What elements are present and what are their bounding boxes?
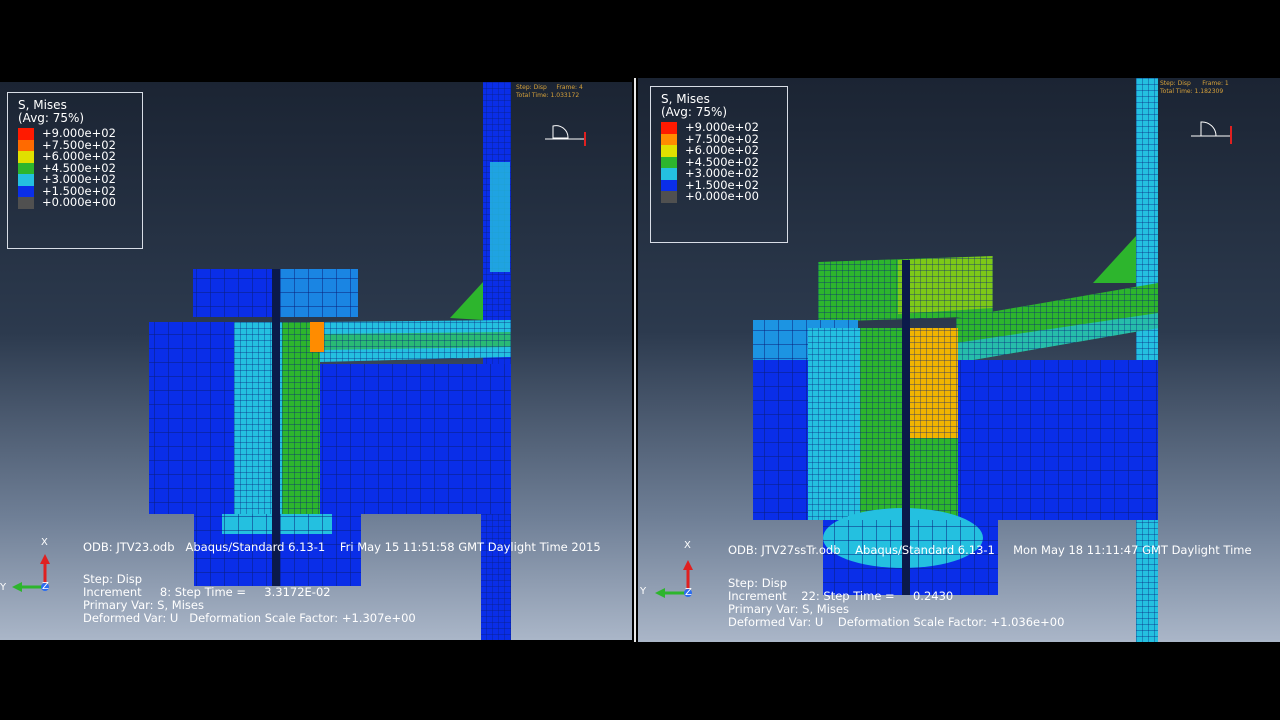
legend-subtitle: (Avg: 75%)	[661, 105, 728, 119]
legend-value: +0.000e+00	[685, 189, 759, 204]
legend-subtitle: (Avg: 75%)	[18, 111, 85, 125]
legend-row: +0.000e+00	[18, 195, 132, 210]
total-time: Total Time: 1.182309	[1160, 88, 1224, 95]
viewport-left[interactable]: S, Mises (Avg: 75%) +9.000e+02 +7.500e+0…	[0, 82, 632, 640]
legend-left: S, Mises (Avg: 75%) +9.000e+02 +7.500e+0…	[7, 92, 143, 249]
odb-line: ODB: JTV27ssTr.odb Abaqus/Standard 6.13-…	[728, 543, 1252, 557]
odb-line: ODB: JTV23.odb Abaqus/Standard 6.13-1 Fr…	[83, 540, 601, 554]
step-header: Step: Disp Frame: 1	[1160, 80, 1229, 87]
deformed-var-line: Deformed Var: U Deformation Scale Factor…	[728, 615, 1065, 629]
deformed-var-line: Deformed Var: U Deformation Scale Factor…	[83, 611, 416, 625]
legend-right: S, Mises (Avg: 75%) +9.000e+02 +7.500e+0…	[650, 86, 788, 243]
legend-row: +0.000e+00	[661, 189, 777, 204]
triad-x-label: X	[684, 540, 691, 551]
legend-value: +0.000e+00	[42, 195, 116, 210]
triad-z-label: Z	[685, 587, 692, 598]
total-time: Total Time: 1.033172	[516, 92, 580, 99]
viewport-divider-line	[634, 78, 636, 642]
triad-y-label: Y	[0, 582, 7, 593]
viewport-right[interactable]: S, Mises (Avg: 75%) +9.000e+02 +7.500e+0…	[638, 78, 1280, 642]
step-header: Step: Disp Frame: 4	[516, 84, 583, 91]
triad-y-label: Y	[640, 586, 647, 597]
triad-z-label: Z	[42, 581, 49, 592]
triad-x-label: X	[41, 537, 48, 548]
